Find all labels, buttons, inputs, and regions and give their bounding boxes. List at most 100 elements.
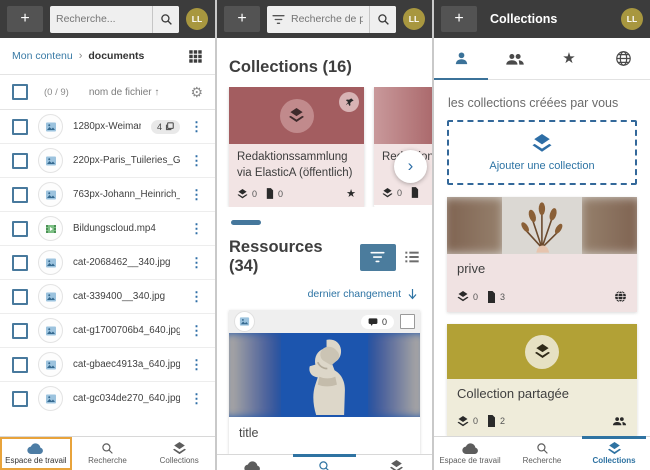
add-button[interactable]: + xyxy=(224,6,260,32)
grid-view-icon[interactable] xyxy=(188,49,203,64)
nav-workspace[interactable]: Espace de travail xyxy=(217,455,289,470)
image-file-icon xyxy=(38,352,63,377)
row-checkbox[interactable] xyxy=(12,357,28,373)
tab-favorite-collections[interactable]: ★ xyxy=(542,38,596,79)
avatar[interactable]: LL xyxy=(621,8,643,30)
favorite-star-icon[interactable]: ★ xyxy=(346,187,356,200)
bottom-nav: Espace de travail Recherche Collections xyxy=(434,436,650,470)
comment-icon xyxy=(368,318,378,326)
row-checkbox[interactable] xyxy=(12,255,28,271)
workspace-panel: + LL Mon contenu › documents (0 / 9) nom… xyxy=(0,0,217,470)
table-row[interactable]: cat-gc034de270_640.jpg ⋮ xyxy=(0,382,215,415)
row-checkbox[interactable] xyxy=(12,391,28,407)
add-collection-button[interactable]: Ajouter une collection xyxy=(447,120,637,185)
bottom-nav: Espace de travail Recherche Collections xyxy=(217,454,432,470)
table-row[interactable]: cat-g1700706b4_640.jpg ⋮ xyxy=(0,314,215,348)
select-all-checkbox[interactable] xyxy=(12,84,28,100)
add-button[interactable]: + xyxy=(441,6,477,32)
sort-column-label[interactable]: nom de fichier ↑ xyxy=(89,87,160,98)
row-checkbox[interactable] xyxy=(12,119,28,135)
row-menu-icon[interactable]: ⋮ xyxy=(190,120,203,133)
collection-card[interactable]: Redaktionssammlung via ElasticA (öffentl… xyxy=(229,87,364,207)
collections-panel: + Collections LL ★ les collections créée… xyxy=(434,0,650,470)
collection-card[interactable]: Collection partagée 0 2 xyxy=(447,324,637,436)
row-menu-icon[interactable]: ⋮ xyxy=(190,256,203,269)
nav-search[interactable]: Recherche xyxy=(72,437,144,470)
carousel-next-button[interactable]: › xyxy=(394,150,427,183)
search-submit-button[interactable] xyxy=(152,6,179,33)
row-checkbox[interactable] xyxy=(12,153,28,169)
avatar[interactable]: LL xyxy=(403,8,425,30)
nav-collections[interactable]: Collections xyxy=(578,437,650,470)
documents-count-icon xyxy=(410,187,419,198)
nav-workspace[interactable]: Espace de travail xyxy=(434,437,506,470)
collections-carousel[interactable]: Redaktionssammlung via ElasticA (öffentl… xyxy=(217,87,432,207)
gear-icon[interactable]: ⚙ xyxy=(190,85,203,99)
file-table-header: (0 / 9) nom de fichier ↑ ⚙ xyxy=(0,75,215,110)
breadcrumb: Mon contenu › documents xyxy=(0,38,215,75)
search-panel: + LL Collections (16) Redaktionssammlung… xyxy=(217,0,434,470)
row-menu-icon[interactable]: ⋮ xyxy=(190,392,203,405)
collection-card[interactable]: prive 0 3 xyxy=(447,197,637,312)
layers-count-icon xyxy=(457,416,469,427)
resource-checkbox[interactable] xyxy=(400,314,415,329)
filter-button[interactable] xyxy=(360,244,396,271)
row-checkbox[interactable] xyxy=(12,187,28,203)
filter-icon[interactable] xyxy=(272,14,285,25)
row-menu-icon[interactable]: ⋮ xyxy=(190,290,203,303)
add-button[interactable]: + xyxy=(7,6,43,32)
shared-people-icon xyxy=(612,415,627,427)
public-globe-icon xyxy=(614,290,627,303)
carousel-scrollbar-thumb[interactable] xyxy=(231,220,261,225)
layers-icon xyxy=(607,442,622,455)
person-icon xyxy=(453,50,470,67)
table-row[interactable]: 763px-Johann_Heinrich_V ⋮ xyxy=(0,178,215,212)
tab-shared-collections[interactable] xyxy=(488,38,542,79)
sort-direction-icon: ↑ xyxy=(154,87,159,98)
nav-search[interactable]: Recherche xyxy=(289,455,361,470)
tab-public-collections[interactable] xyxy=(596,38,650,79)
resources-heading: Ressources (34) xyxy=(229,238,352,276)
row-checkbox[interactable] xyxy=(12,323,28,339)
selection-count: (0 / 9) xyxy=(44,87,69,98)
breadcrumb-root-link[interactable]: Mon contenu xyxy=(12,50,73,62)
resource-thumbnail xyxy=(229,333,420,417)
image-type-icon xyxy=(234,311,255,332)
row-menu-icon[interactable]: ⋮ xyxy=(190,222,203,235)
collection-card[interactable]: Redaktions Sammlung 0 xyxy=(374,87,432,207)
documents-count-icon xyxy=(486,291,496,303)
app-header: + LL xyxy=(0,0,215,38)
table-row[interactable]: cat-gbaec4913a_640.jpg ⋮ xyxy=(0,348,215,382)
list-view-icon[interactable] xyxy=(404,250,420,264)
layers-count-icon xyxy=(382,188,393,198)
section-subtitle: les collections créées par vous xyxy=(434,80,650,120)
row-menu-icon[interactable]: ⋮ xyxy=(190,324,203,337)
image-file-icon xyxy=(38,148,63,173)
row-checkbox[interactable] xyxy=(12,221,28,237)
search-icon xyxy=(536,442,549,455)
table-row[interactable]: Bildungscloud.mp4 ⋮ xyxy=(0,212,215,246)
row-menu-icon[interactable]: ⋮ xyxy=(190,358,203,371)
pin-icon[interactable] xyxy=(339,92,359,112)
row-menu-icon[interactable]: ⋮ xyxy=(190,188,203,201)
row-menu-icon[interactable]: ⋮ xyxy=(190,154,203,167)
resource-card[interactable]: 0 title xyxy=(229,310,420,454)
table-row[interactable]: 1280px-Weimar- 4 ⋮ xyxy=(0,110,215,144)
tab-my-collections[interactable] xyxy=(434,38,488,79)
nav-search[interactable]: Recherche xyxy=(506,437,578,470)
table-row[interactable]: cat-2068462__340.jpg ⋮ xyxy=(0,246,215,280)
nav-collections[interactable]: Collections xyxy=(360,455,432,470)
nav-collections[interactable]: Collections xyxy=(143,437,215,470)
nav-workspace[interactable]: Espace de travail xyxy=(0,437,72,470)
layers-icon xyxy=(172,442,187,455)
row-checkbox[interactable] xyxy=(12,289,28,305)
layers-icon xyxy=(525,335,559,369)
search-bar xyxy=(267,6,396,33)
sort-control[interactable]: dernier changement xyxy=(217,276,432,300)
table-row[interactable]: cat-339400__340.jpg ⋮ xyxy=(0,280,215,314)
search-submit-button[interactable] xyxy=(369,6,396,33)
avatar[interactable]: LL xyxy=(186,8,208,30)
search-input[interactable] xyxy=(285,13,369,25)
table-row[interactable]: 220px-Paris_Tuileries_Gar ⋮ xyxy=(0,144,215,178)
search-input[interactable] xyxy=(50,13,152,25)
